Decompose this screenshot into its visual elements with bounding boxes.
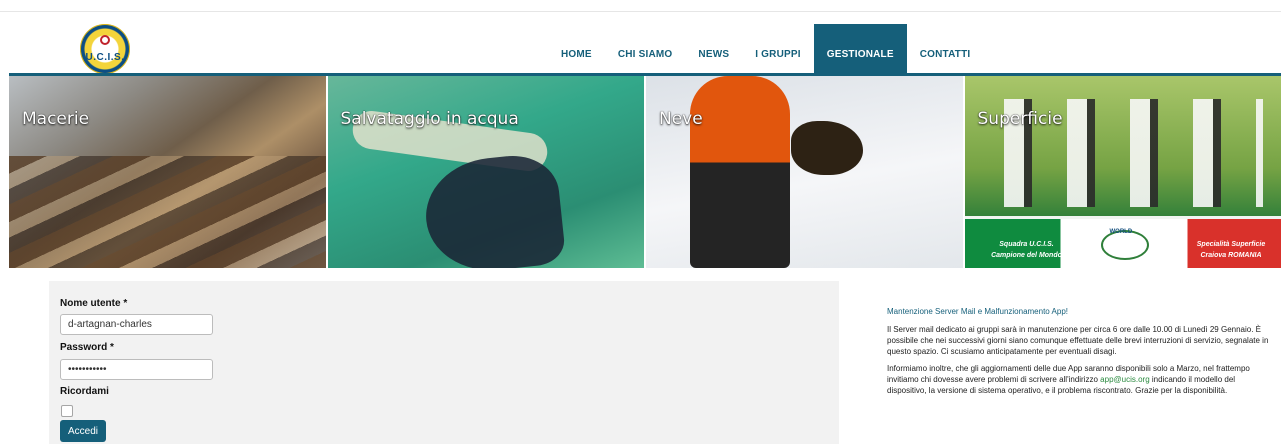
notice-paragraph-1: Il Server mail dedicato ai gruppi sarà i… — [887, 325, 1269, 357]
username-label: Nome utente * — [60, 298, 128, 309]
username-input[interactable]: d-artagnan-charles — [60, 314, 213, 335]
tile-salvataggio-in-acqua[interactable]: Salvataggio in acqua — [325, 76, 644, 268]
tile-label-superficie: Superficie — [977, 109, 1063, 129]
tile-label-neve: Neve — [659, 109, 703, 129]
logo-emblem-icon — [100, 35, 110, 45]
tile-label-macerie: Macerie — [22, 109, 90, 129]
tile-label-salvataggio: Salvataggio in acqua — [340, 109, 519, 129]
world-caption: WORLD — [1109, 229, 1133, 235]
remember-checkbox[interactable] — [61, 405, 73, 417]
email-link[interactable]: app@ucis.org — [1100, 375, 1149, 384]
specialties-banner: Macerie Salvataggio in acqua Neve Superf… — [9, 73, 1281, 268]
password-label: Password * — [60, 342, 114, 353]
remember-label: Ricordami — [60, 386, 109, 397]
site-header: U.C.I.S. HOME CHI SIAMO NEWS I GRUPPI GE… — [0, 12, 1281, 85]
login-button[interactable]: Accedi — [60, 420, 106, 442]
specialty-caption: Specialità Superficie Craiova ROMANIA — [1196, 241, 1266, 259]
tile-neve[interactable]: Neve — [644, 76, 963, 268]
notice-paragraph-2: Informiamo inoltre, che gli aggiornament… — [887, 363, 1272, 396]
ucis-logo[interactable]: U.C.I.S. — [80, 24, 130, 74]
notice-title: Mantenzione Server Mail e Malfunzionamen… — [887, 307, 1068, 316]
maintenance-notice: Mantenzione Server Mail e Malfunzionamen… — [887, 306, 1272, 402]
tile-macerie[interactable]: Macerie — [9, 76, 326, 268]
password-input[interactable]: ••••••••••• — [60, 359, 213, 380]
logo-text: U.C.I.S. — [85, 52, 125, 63]
login-panel: Nome utente * d-artagnan-charles Passwor… — [49, 281, 839, 444]
team-caption: Squadra U.C.I.S. Campione del Mondo — [991, 241, 1062, 259]
tile-superficie[interactable]: Superficie Squadra U.C.I.S. Campione del … — [962, 76, 1281, 268]
